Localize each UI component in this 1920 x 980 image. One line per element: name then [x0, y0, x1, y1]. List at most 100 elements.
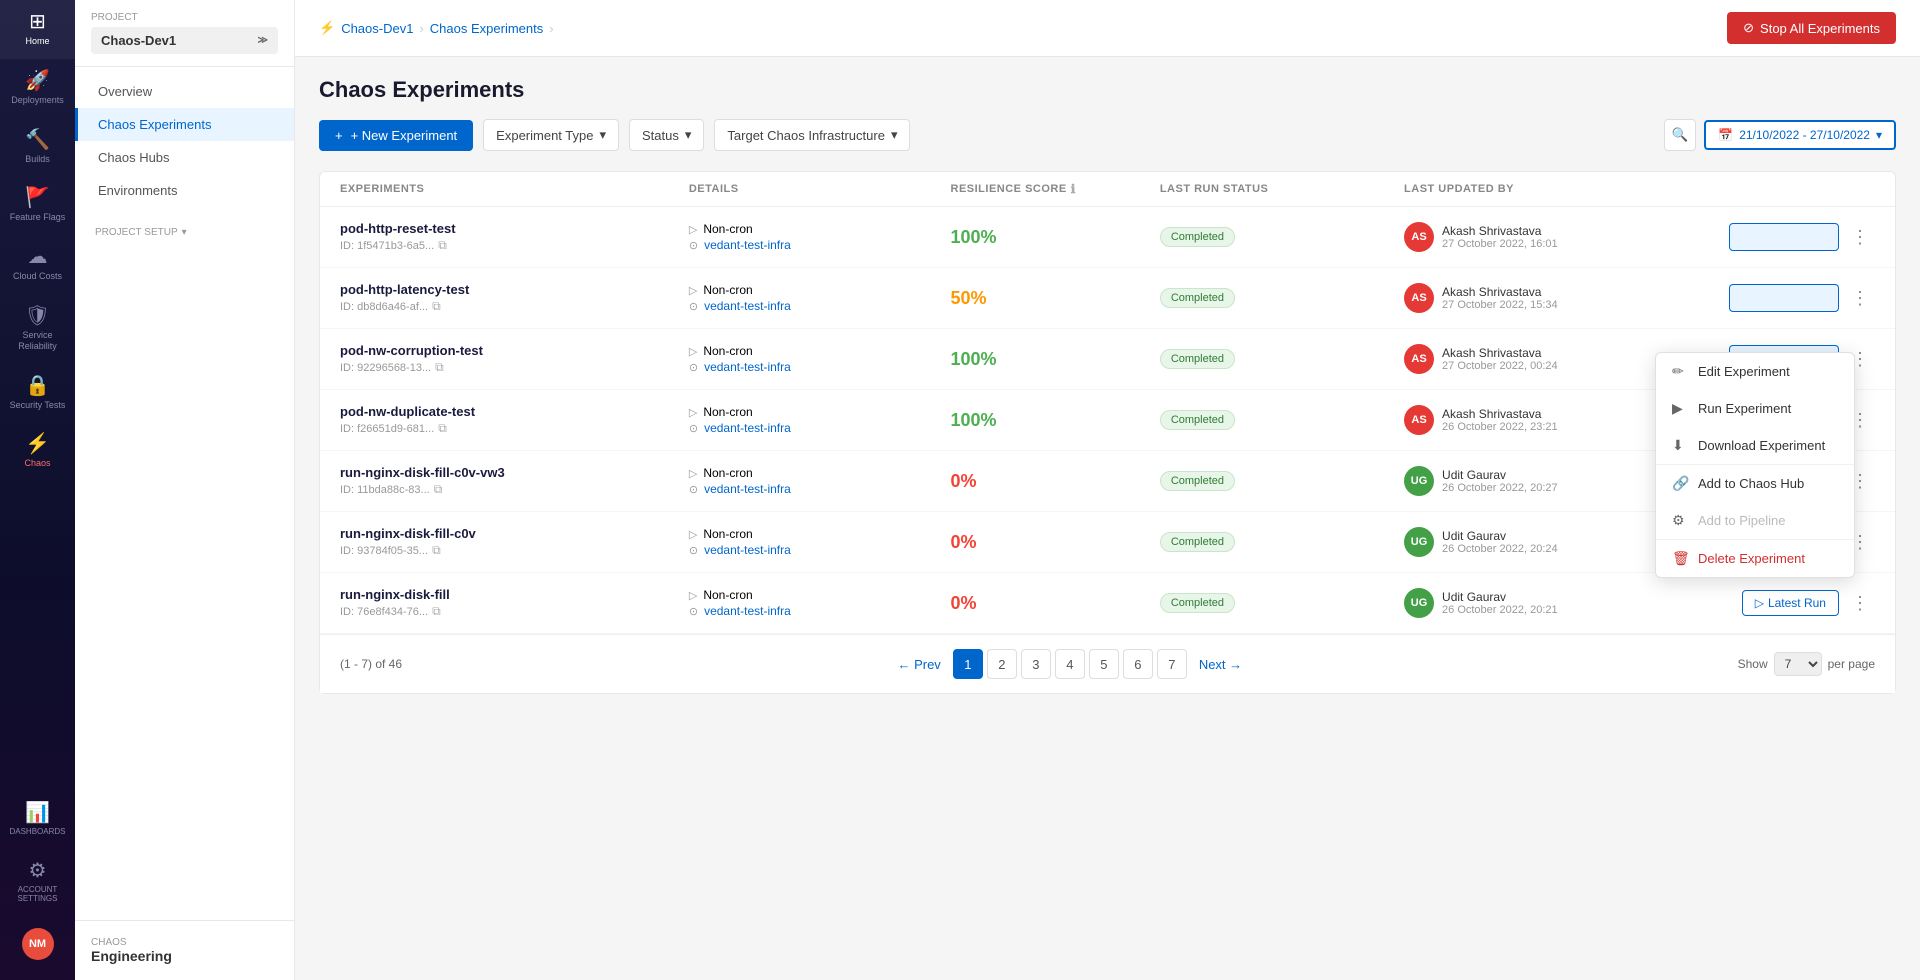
- status-badge: Completed: [1160, 288, 1235, 308]
- sidebar-item-environments[interactable]: Environments: [75, 174, 294, 207]
- project-name-btn[interactable]: Chaos-Dev1 ≫: [91, 27, 278, 54]
- sidebar-item-chaos-hubs[interactable]: Chaos Hubs: [75, 141, 294, 174]
- nav-item-builds[interactable]: 🔨 Builds: [0, 118, 75, 177]
- experiment-type-filter[interactable]: Experiment Type ▾: [483, 119, 619, 151]
- status-badge: Completed: [1160, 471, 1235, 491]
- user-cell: UG Udit Gaurav 26 October 2022, 20:27: [1404, 466, 1666, 496]
- sidebar-section-label: PROJECT SETUP ▾: [75, 215, 294, 242]
- copy-id-icon[interactable]: ⧉: [435, 360, 444, 375]
- breadcrumb-project[interactable]: Chaos-Dev1: [341, 21, 413, 36]
- copy-id-icon[interactable]: ⧉: [432, 299, 441, 314]
- status-badge: Completed: [1160, 227, 1235, 247]
- copy-id-icon[interactable]: ⧉: [432, 604, 441, 619]
- copy-id-icon[interactable]: ⧉: [438, 421, 447, 436]
- page-2-btn[interactable]: 2: [987, 649, 1017, 679]
- infra-icon: ⊙: [689, 605, 698, 618]
- content-area: Chaos Experiments + + New Experiment Exp…: [295, 57, 1920, 980]
- score-cell: 100%: [951, 410, 1160, 431]
- new-experiment-button[interactable]: + + New Experiment: [319, 120, 473, 151]
- status-cell: Completed: [1160, 532, 1404, 552]
- infra-link[interactable]: vedant-test-infra: [704, 543, 791, 557]
- user-avatar: AS: [1404, 222, 1434, 252]
- stop-all-btn[interactable]: ⊘ Stop All Experiments: [1727, 12, 1896, 44]
- col-resilience-score: RESILIENCE SCORE ℹ: [951, 182, 1160, 196]
- copy-id-icon[interactable]: ⧉: [432, 543, 441, 558]
- nav-item-dashboards[interactable]: 📊 DASHBOARDS: [0, 791, 75, 849]
- deployments-icon: 🚀: [25, 71, 50, 91]
- sidebar-item-overview[interactable]: Overview: [75, 75, 294, 108]
- security-tests-icon: 🔒: [25, 376, 50, 396]
- target-infra-filter[interactable]: Target Chaos Infrastructure ▾: [714, 119, 910, 151]
- more-options-btn[interactable]: ⋮: [1845, 225, 1875, 250]
- more-options-btn[interactable]: ⋮: [1845, 591, 1875, 616]
- context-menu-download[interactable]: ⬇ Download Experiment: [1656, 427, 1854, 464]
- context-menu-add-hub[interactable]: 🔗 Add to Chaos Hub: [1656, 465, 1854, 502]
- copy-id-icon[interactable]: ⧉: [438, 238, 447, 253]
- exp-name-cell: pod-nw-corruption-test ID: 92296568-13..…: [340, 343, 689, 375]
- infra-icon: ⊙: [689, 422, 698, 435]
- context-menu-run[interactable]: ▶ Run Experiment: [1656, 390, 1854, 427]
- infra-link[interactable]: vedant-test-infra: [704, 421, 791, 435]
- infra-link[interactable]: vedant-test-infra: [704, 360, 791, 374]
- date-range-picker[interactable]: 📅 21/10/2022 - 27/10/2022 ▾: [1704, 120, 1896, 150]
- per-page-select[interactable]: 7 10 25: [1774, 652, 1822, 676]
- breadcrumb-chaos-experiments[interactable]: Chaos Experiments: [430, 21, 543, 36]
- exp-id: ID: 93784f05-35... ⧉: [340, 543, 689, 558]
- page-7-btn[interactable]: 7: [1157, 649, 1187, 679]
- edit-icon: ✏: [1672, 363, 1688, 380]
- nav-item-cloud-costs[interactable]: ☁ Cloud Costs: [0, 235, 75, 294]
- sidebar-item-chaos-experiments[interactable]: Chaos Experiments: [75, 108, 294, 141]
- user-info: Udit Gaurav 26 October 2022, 20:21: [1442, 590, 1558, 616]
- nav-label-home: Home: [25, 36, 49, 47]
- search-button[interactable]: 🔍: [1664, 119, 1696, 151]
- nav-item-home[interactable]: ⊞ Home: [0, 0, 75, 59]
- page-5-btn[interactable]: 5: [1089, 649, 1119, 679]
- next-page-btn[interactable]: Next →: [1191, 657, 1250, 672]
- exp-name: pod-http-latency-test: [340, 282, 689, 297]
- page-4-btn[interactable]: 4: [1055, 649, 1085, 679]
- details-cell: ▷Non-cron ⊙vedant-test-infra: [689, 344, 951, 374]
- user-avatar: AS: [1404, 344, 1434, 374]
- per-page-selector: Show 7 10 25 per page: [1738, 652, 1875, 676]
- toolbar-right: 🔍 📅 21/10/2022 - 27/10/2022 ▾: [1664, 119, 1896, 151]
- latest-run-button[interactable]: ▷ Latest Run: [1742, 590, 1839, 616]
- exp-name: pod-http-reset-test: [340, 221, 689, 236]
- score-cell: 0%: [951, 532, 1160, 553]
- status-cell: Completed: [1160, 349, 1404, 369]
- left-navigation: ⊞ Home 🚀 Deployments 🔨 Builds 🚩 Feature …: [0, 0, 75, 980]
- prev-page-btn[interactable]: ← Prev: [889, 657, 948, 672]
- pipeline-icon: ⚙: [1672, 512, 1688, 529]
- page-3-btn[interactable]: 3: [1021, 649, 1051, 679]
- nav-user-avatar[interactable]: NM: [0, 916, 75, 980]
- copy-id-icon[interactable]: ⧉: [434, 482, 443, 497]
- user-info: Udit Gaurav 26 October 2022, 20:27: [1442, 468, 1558, 494]
- exp-name-cell: run-nginx-disk-fill-c0v ID: 93784f05-35.…: [340, 526, 689, 558]
- nav-item-security-tests[interactable]: 🔒 Security Tests: [0, 364, 75, 423]
- col-experiments: EXPERIMENTS: [340, 182, 689, 196]
- nav-label-chaos: Chaos: [24, 458, 50, 469]
- chevron-down-icon: ▾: [182, 227, 187, 238]
- score-cell: 100%: [951, 349, 1160, 370]
- nav-item-account-settings[interactable]: ⚙ ACCOUNT SETTINGS: [0, 849, 75, 916]
- nav-item-chaos[interactable]: ⚡ Chaos: [0, 422, 75, 481]
- run-icon: ▷: [1755, 596, 1764, 610]
- infra-link[interactable]: vedant-test-infra: [704, 482, 791, 496]
- infra-link[interactable]: vedant-test-infra: [704, 604, 791, 618]
- status-filter[interactable]: Status ▾: [629, 119, 704, 151]
- plus-icon: +: [335, 128, 343, 143]
- context-menu-edit[interactable]: ✏ Edit Experiment: [1656, 353, 1854, 390]
- experiments-table: EXPERIMENTS DETAILS RESILIENCE SCORE ℹ L…: [319, 171, 1896, 694]
- calendar-icon: 📅: [1718, 128, 1733, 142]
- more-options-btn[interactable]: ⋮: [1845, 286, 1875, 311]
- page-1-btn[interactable]: 1: [953, 649, 983, 679]
- page-6-btn[interactable]: 6: [1123, 649, 1153, 679]
- exp-name-cell: pod-http-reset-test ID: 1f5471b3-6a5... …: [340, 221, 689, 253]
- user-cell: AS Akash Shrivastava 27 October 2022, 00…: [1404, 344, 1666, 374]
- infra-link[interactable]: vedant-test-infra: [704, 299, 791, 313]
- exp-name-cell: pod-nw-duplicate-test ID: f26651d9-681..…: [340, 404, 689, 436]
- nav-item-service-reliability[interactable]: 🛡 Service Reliability: [0, 294, 75, 364]
- context-menu-delete[interactable]: 🗑 Delete Experiment: [1656, 540, 1854, 577]
- infra-link[interactable]: vedant-test-infra: [704, 238, 791, 252]
- nav-item-feature-flags[interactable]: 🚩 Feature Flags: [0, 176, 75, 235]
- nav-item-deployments[interactable]: 🚀 Deployments: [0, 59, 75, 118]
